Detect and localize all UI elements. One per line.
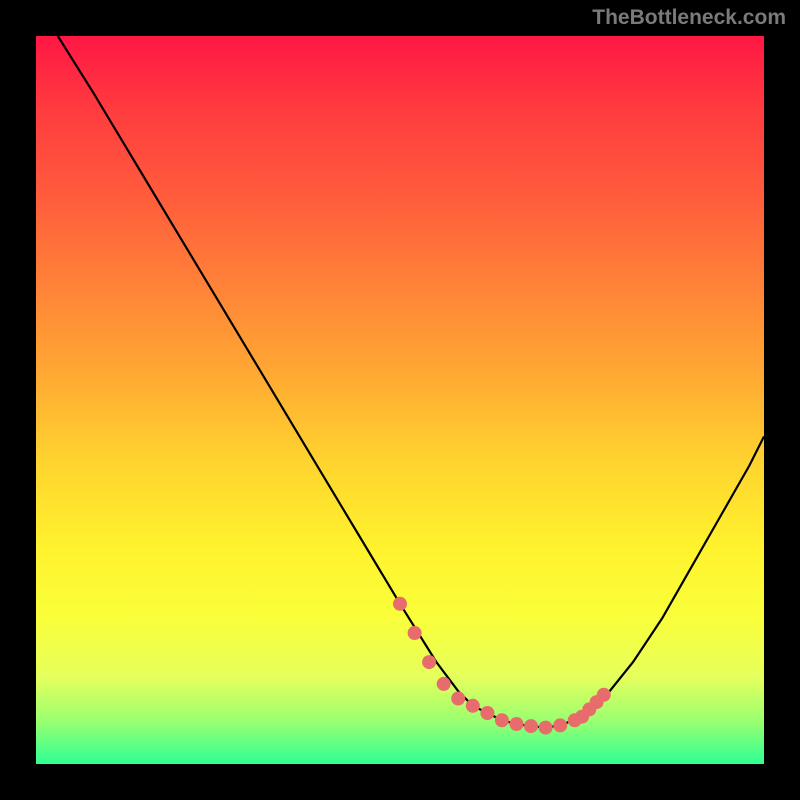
marker-point: [480, 706, 494, 720]
watermark-text: TheBottleneck.com: [592, 6, 786, 30]
marker-point: [466, 699, 480, 713]
marker-point: [437, 677, 451, 691]
marker-point: [510, 717, 524, 731]
chart-container: TheBottleneck.com: [0, 0, 800, 800]
chart-svg: [36, 36, 764, 764]
marker-point: [393, 597, 407, 611]
marker-point: [597, 688, 611, 702]
chart-curve: [58, 36, 764, 728]
chart-markers: [393, 597, 611, 735]
marker-point: [524, 719, 538, 733]
marker-point: [539, 721, 553, 735]
marker-point: [495, 713, 509, 727]
marker-point: [553, 718, 567, 732]
marker-point: [451, 692, 465, 706]
marker-point: [408, 626, 422, 640]
marker-point: [422, 655, 436, 669]
plot-area: [36, 36, 764, 764]
